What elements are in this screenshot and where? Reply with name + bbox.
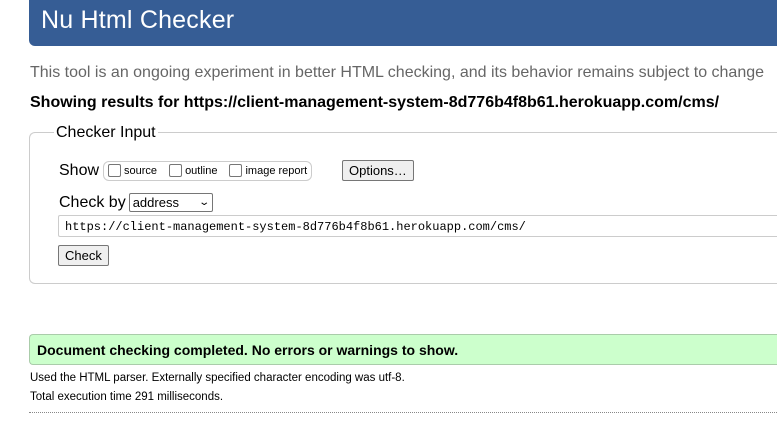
check-by-row: Check by address ⌄	[59, 193, 213, 212]
outline-checkbox[interactable]	[169, 163, 183, 177]
page-title: Nu Html Checker	[41, 6, 235, 34]
check-by-select[interactable]: address ⌄	[128, 193, 213, 212]
check-by-label: Check by	[59, 193, 126, 211]
success-message-box: Document checking completed. No errors o…	[29, 334, 777, 365]
parser-note: Used the HTML parser. Externally specifi…	[30, 372, 405, 384]
checker-input-legend: Checker Input	[54, 124, 158, 142]
image-report-option-label: image report	[245, 165, 308, 177]
url-input[interactable]: https://client-management-system-8d776b4…	[58, 215, 777, 237]
showing-results: Showing results for https://client-manag…	[30, 94, 720, 111]
check-button[interactable]: Check	[58, 245, 109, 266]
source-option-label: source	[124, 165, 158, 177]
image-report-checkbox[interactable]	[229, 163, 243, 177]
divider	[29, 412, 777, 413]
chevron-down-icon: ⌄	[198, 197, 211, 208]
header-bar: Nu Html Checker	[29, 0, 777, 46]
show-options-group: source outline image report	[103, 161, 313, 181]
outline-option[interactable]: outline	[169, 163, 218, 178]
success-message: Document checking completed. No errors o…	[37, 342, 459, 358]
intro-text: This tool is an ongoing experiment in be…	[30, 64, 765, 81]
source-option[interactable]: source	[108, 163, 158, 178]
show-label: Show	[59, 162, 100, 179]
image-report-option[interactable]: image report	[229, 163, 308, 178]
outline-option-label: outline	[185, 165, 218, 177]
options-button[interactable]: Options…	[342, 160, 414, 181]
execution-time: Total execution time 291 milliseconds.	[30, 391, 224, 403]
check-by-selected: address	[132, 195, 179, 210]
show-options-row: Show source outline image report	[59, 160, 313, 182]
source-checkbox[interactable]	[108, 163, 122, 177]
